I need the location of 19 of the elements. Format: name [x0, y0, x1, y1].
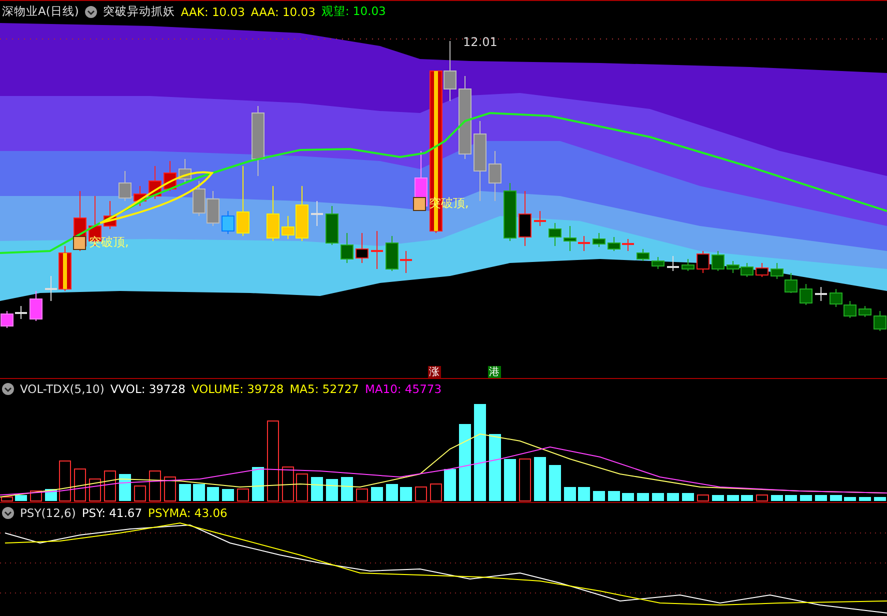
chevron-down-icon[interactable]: [2, 383, 14, 395]
indicator-name: 突破异动抓妖: [102, 4, 175, 19]
indicator-reading: PSY: 41.67: [82, 506, 142, 520]
event-marker[interactable]: 涨: [428, 366, 441, 378]
indicator-reading: 观望: 10.03: [321, 4, 386, 19]
indicator-reading: AAA: 10.03: [250, 4, 316, 18]
indicator-reading: AAK: 10.03: [180, 4, 245, 18]
indicator-reading: MA5: 52727: [290, 382, 359, 396]
chevron-down-icon[interactable]: [2, 507, 14, 519]
indicator-reading: MA10: 45773: [364, 382, 442, 396]
high-price-label: 12.01: [463, 35, 498, 49]
indicator-name: VOL-TDX(5,10): [20, 382, 104, 396]
indicator-reading: PSYMA: 43.06: [148, 506, 228, 520]
chevron-down-icon[interactable]: [84, 6, 97, 18]
indicator-reading: VVOL: 39728: [110, 382, 186, 396]
event-marker[interactable]: 港: [488, 366, 501, 378]
chart-title: 深物业A(日线): [2, 4, 79, 19]
indicator-name: PSY(12,6): [20, 506, 76, 520]
indicator-reading: VOLUME: 39728: [191, 382, 284, 396]
